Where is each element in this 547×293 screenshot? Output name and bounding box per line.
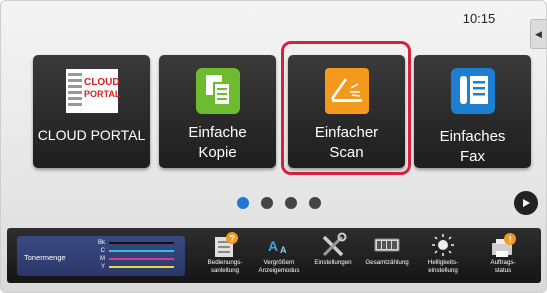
settings-tools-icon: [322, 232, 347, 257]
tile-label: Einfache Kopie: [188, 124, 247, 161]
page-dot[interactable]: [261, 197, 273, 209]
brightness-button[interactable]: Helligkeits- einstellung: [421, 231, 465, 275]
brightness-icon: [432, 234, 454, 256]
tile-highlight-frame: [281, 41, 411, 175]
tile-label: Einfaches Fax: [439, 128, 506, 165]
job-status-label: Auftrags- status: [490, 259, 516, 274]
svg-text:?: ?: [230, 234, 236, 244]
text-enlarge-icon: A A: [268, 238, 287, 255]
chevron-left-icon: ◀: [535, 28, 542, 39]
toner-row-bk: Bk: [97, 240, 174, 246]
svg-text:PORTAL: PORTAL: [84, 89, 120, 99]
manual-button[interactable]: ? Bedienungs- sanleitung: [203, 231, 247, 275]
tile-label: CLOUD PORTAL: [37, 127, 146, 143]
svg-text:A: A: [268, 238, 278, 254]
toner-row-c: C: [97, 248, 174, 254]
svg-text:CLOUD: CLOUD: [84, 77, 120, 88]
page-indicator: [237, 197, 321, 209]
manual-label: Bedienungs- sanleitung: [207, 259, 243, 274]
toner-title: Tonermenge: [24, 253, 66, 262]
total-count-label: Gesamtzählung: [365, 259, 409, 266]
counter-icon: [374, 238, 400, 252]
fax-icon: [448, 65, 498, 117]
toner-level-panel[interactable]: Tonermenge Bk C M Y: [17, 236, 185, 276]
job-status-button[interactable]: ! Auftrags- status: [481, 231, 525, 275]
toner-bar: [109, 242, 174, 244]
next-page-button[interactable]: [514, 191, 538, 215]
toner-bar: [109, 266, 174, 268]
home-screen: 10:15 ◀ CLOUD PORTAL CLOUD PORTAL Einfac…: [0, 0, 547, 293]
cloud-portal-logo: CLOUD PORTAL: [64, 65, 120, 117]
toner-row-y: Y: [97, 264, 174, 270]
toner-channel-label: C: [100, 248, 105, 254]
toner-row-m: M: [97, 256, 174, 262]
toner-channel-label: Y: [100, 264, 105, 270]
tile-easy-copy[interactable]: Einfache Kopie: [159, 55, 276, 168]
tile-easy-fax[interactable]: Einfaches Fax: [414, 55, 531, 168]
copy-icon: [193, 65, 243, 117]
side-panel-tab[interactable]: ◀: [530, 19, 546, 49]
total-count-button[interactable]: Gesamtzählung: [365, 231, 409, 267]
enlarge-display-label: Vergrößern Anzeigemodus: [258, 259, 300, 274]
page-dot[interactable]: [309, 197, 321, 209]
toner-bar: [109, 258, 174, 260]
svg-text:A: A: [280, 245, 287, 255]
toner-channel-label: M: [100, 256, 105, 262]
page-dot[interactable]: [285, 197, 297, 209]
manual-icon: ?: [215, 232, 238, 257]
svg-text:!: !: [509, 235, 512, 245]
job-status-icon: !: [492, 233, 516, 257]
settings-label: Einstellungen: [314, 259, 352, 266]
settings-button[interactable]: Einstellungen: [311, 231, 355, 267]
tile-cloud-portal[interactable]: CLOUD PORTAL CLOUD PORTAL: [33, 55, 150, 168]
page-dot[interactable]: [237, 197, 249, 209]
play-right-icon: [523, 199, 530, 207]
system-bar: Tonermenge Bk C M Y ? Bedienungs- sanlei…: [7, 228, 541, 283]
brightness-label: Helligkeits- einstellung: [427, 259, 459, 274]
toner-channel-label: Bk: [97, 240, 105, 246]
clock: 10:15: [462, 11, 496, 26]
toner-bar: [109, 250, 174, 252]
enlarge-display-button[interactable]: A A Vergrößern Anzeigemodus: [257, 231, 301, 275]
